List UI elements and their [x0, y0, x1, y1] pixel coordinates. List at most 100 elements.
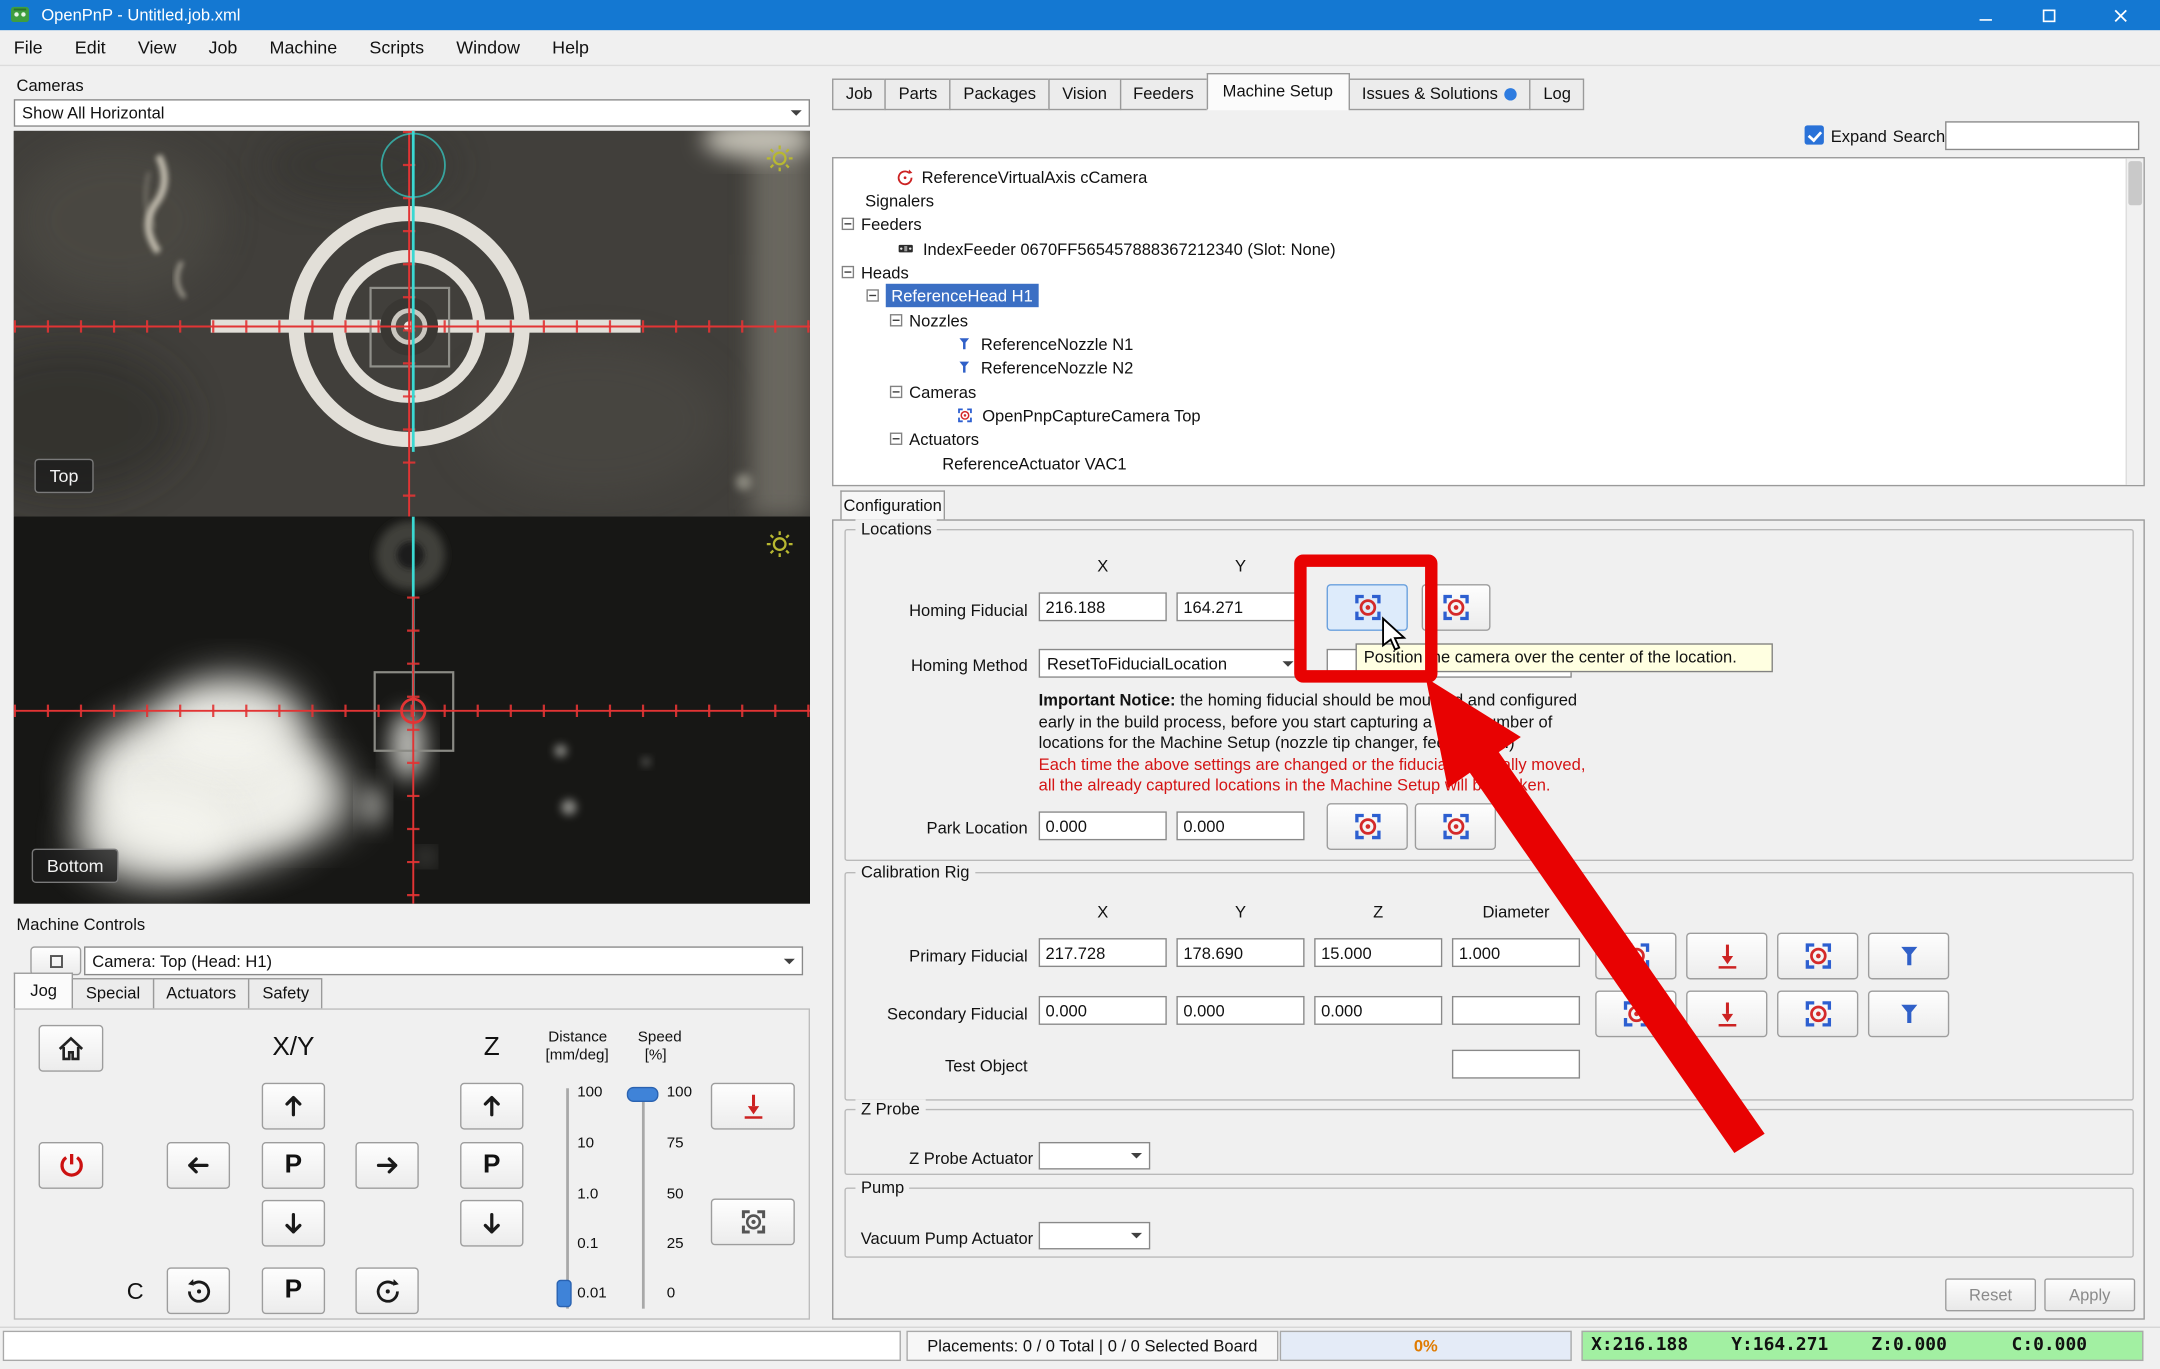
tab-jog[interactable]: Jog — [14, 973, 74, 1010]
maximize-button[interactable] — [2017, 0, 2080, 30]
jog-z-plus-button[interactable] — [460, 1083, 523, 1130]
tab-parts[interactable]: Parts — [885, 79, 951, 111]
tree-item-nozzles[interactable]: Nozzles — [890, 309, 968, 332]
secondary-fiducial-z-field[interactable]: 0.000 — [1314, 996, 1442, 1025]
tree-item-heads[interactable]: Heads — [842, 260, 909, 283]
menu-item-view[interactable]: View — [124, 30, 190, 64]
menu-item-window[interactable]: Window — [442, 30, 533, 64]
secondary-fiducial-x-field[interactable]: 0.000 — [1039, 996, 1167, 1025]
park-location-x-field[interactable]: 0.000 — [1039, 811, 1167, 840]
tree-item-reference-nozzle-n1[interactable]: ReferenceNozzle N1 — [956, 332, 1133, 355]
test-object-field[interactable] — [1452, 1050, 1580, 1079]
capture-camera-location-button[interactable] — [711, 1198, 795, 1245]
tree-item-cameras[interactable]: Cameras — [890, 380, 976, 403]
park-capture-camera-button[interactable] — [1415, 803, 1496, 850]
controls-camera-select[interactable]: Camera: Top (Head: H1) — [84, 946, 803, 975]
menu-item-machine[interactable]: Machine — [256, 30, 351, 64]
position-c-button[interactable]: P — [262, 1267, 325, 1314]
jog-x-plus-button[interactable] — [355, 1142, 418, 1189]
tree-scrollbar[interactable] — [2126, 158, 2144, 484]
tree-item-reference-nozzle-n2[interactable]: ReferenceNozzle N2 — [956, 355, 1133, 378]
tree-item-reference-head[interactable]: ReferenceHead H1 — [866, 284, 1038, 307]
collapse-icon[interactable] — [866, 289, 878, 301]
tab-packages[interactable]: Packages — [950, 79, 1050, 111]
jog-y-plus-button[interactable] — [262, 1083, 325, 1130]
brightness-sun-icon[interactable] — [765, 143, 795, 173]
apply-button[interactable]: Apply — [2044, 1278, 2135, 1311]
tab-log[interactable]: Log — [1530, 79, 1585, 111]
menu-item-help[interactable]: Help — [538, 30, 602, 64]
camera-view-select[interactable]: Show All Horizontal — [14, 99, 810, 127]
distance-slider-handle[interactable] — [557, 1280, 572, 1308]
tab-machine-setup[interactable]: Machine Setup — [1206, 73, 1349, 110]
collapse-icon[interactable] — [890, 433, 902, 445]
primary-fiducial-position-nozzle-button[interactable] — [1868, 933, 1949, 980]
head-selector-button[interactable] — [30, 946, 81, 975]
secondary-fiducial-position-camera-button[interactable] — [1595, 990, 1676, 1037]
jog-z-minus-button[interactable] — [460, 1200, 523, 1247]
collapse-icon[interactable] — [842, 218, 854, 230]
homing-fiducial-x-field[interactable]: 216.188 — [1039, 592, 1167, 621]
primary-fiducial-probe-button[interactable] — [1686, 933, 1767, 980]
homing-fiducial-capture-camera-button[interactable] — [1422, 584, 1491, 631]
tree-item-reference-virtual-axis[interactable]: ReferenceVirtualAxis cCamera — [895, 165, 1147, 188]
home-button[interactable] — [39, 1025, 104, 1072]
tree-item-actuators[interactable]: Actuators — [890, 427, 979, 450]
search-input[interactable] — [1945, 121, 2139, 150]
jog-x-minus-button[interactable] — [167, 1142, 230, 1189]
secondary-fiducial-capture-camera-button[interactable] — [1777, 990, 1858, 1037]
probe-z-button[interactable] — [711, 1083, 795, 1130]
tab-configuration[interactable]: Configuration — [840, 490, 945, 520]
minimize-button[interactable] — [1953, 0, 2016, 30]
collapse-icon[interactable] — [890, 386, 902, 398]
primary-fiducial-y-field[interactable]: 178.690 — [1176, 938, 1304, 967]
collapse-icon[interactable] — [842, 266, 854, 278]
distance-slider[interactable] — [566, 1088, 569, 1308]
brightness-sun-icon[interactable] — [765, 529, 795, 559]
rotate-cw-button[interactable] — [355, 1267, 418, 1314]
z-probe-actuator-select[interactable] — [1039, 1142, 1151, 1170]
tab-vision[interactable]: Vision — [1048, 79, 1120, 111]
secondary-fiducial-probe-button[interactable] — [1686, 990, 1767, 1037]
position-xy-button[interactable]: P — [262, 1142, 325, 1189]
tree-item-indexfeeder[interactable]: IndexFeeder 0670FF565457888367212340 (Sl… — [895, 237, 1335, 260]
jog-y-minus-button[interactable] — [262, 1200, 325, 1247]
tab-special[interactable]: Special — [72, 978, 154, 1010]
primary-fiducial-capture-camera-button[interactable] — [1777, 933, 1858, 980]
primary-fiducial-diameter-field[interactable]: 1.000 — [1452, 938, 1580, 967]
tab-safety[interactable]: Safety — [249, 978, 323, 1010]
menu-item-scripts[interactable]: Scripts — [356, 30, 438, 64]
speed-slider[interactable] — [642, 1088, 645, 1308]
expand-checkbox[interactable] — [1805, 125, 1824, 144]
primary-fiducial-z-field[interactable]: 15.000 — [1314, 938, 1442, 967]
camera-view-top[interactable] — [14, 131, 810, 517]
homing-method-select[interactable]: ResetToFiducialLocation — [1039, 649, 1302, 678]
collapse-icon[interactable] — [890, 314, 902, 326]
homing-fiducial-y-field[interactable]: 164.271 — [1176, 592, 1304, 621]
park-position-camera-button[interactable] — [1327, 803, 1408, 850]
menu-item-edit[interactable]: Edit — [61, 30, 119, 64]
close-button[interactable] — [2080, 0, 2160, 30]
rotate-ccw-button[interactable] — [167, 1267, 230, 1314]
primary-fiducial-position-camera-button[interactable] — [1595, 933, 1676, 980]
menu-item-file[interactable]: File — [0, 30, 56, 64]
primary-fiducial-x-field[interactable]: 217.728 — [1039, 938, 1167, 967]
secondary-fiducial-y-field[interactable]: 0.000 — [1176, 996, 1304, 1025]
tab-issues-solutions[interactable]: Issues & Solutions — [1348, 79, 1531, 111]
position-z-button[interactable]: P — [460, 1142, 523, 1189]
tree-item-openpnp-capture-camera[interactable]: OpenPnpCaptureCamera Top — [956, 404, 1201, 427]
vacuum-pump-actuator-select[interactable] — [1039, 1222, 1151, 1250]
tab-feeders[interactable]: Feeders — [1119, 79, 1207, 111]
tab-actuators[interactable]: Actuators — [153, 978, 250, 1010]
park-location-y-field[interactable]: 0.000 — [1176, 811, 1304, 840]
menu-item-job[interactable]: Job — [195, 30, 251, 64]
tree-item-reference-actuator[interactable]: ReferenceActuator VAC1 — [942, 452, 1126, 475]
tree-item-feeders[interactable]: Feeders — [842, 212, 922, 235]
reset-button[interactable]: Reset — [1945, 1278, 2036, 1311]
tree-item-signalers[interactable]: Signalers — [865, 189, 934, 212]
secondary-fiducial-diameter-field[interactable] — [1452, 996, 1580, 1025]
power-button[interactable] — [39, 1142, 104, 1189]
tab-job[interactable]: Job — [832, 79, 886, 111]
speed-slider-handle[interactable] — [627, 1087, 659, 1102]
homing-fiducial-position-camera-button[interactable] — [1327, 584, 1408, 631]
